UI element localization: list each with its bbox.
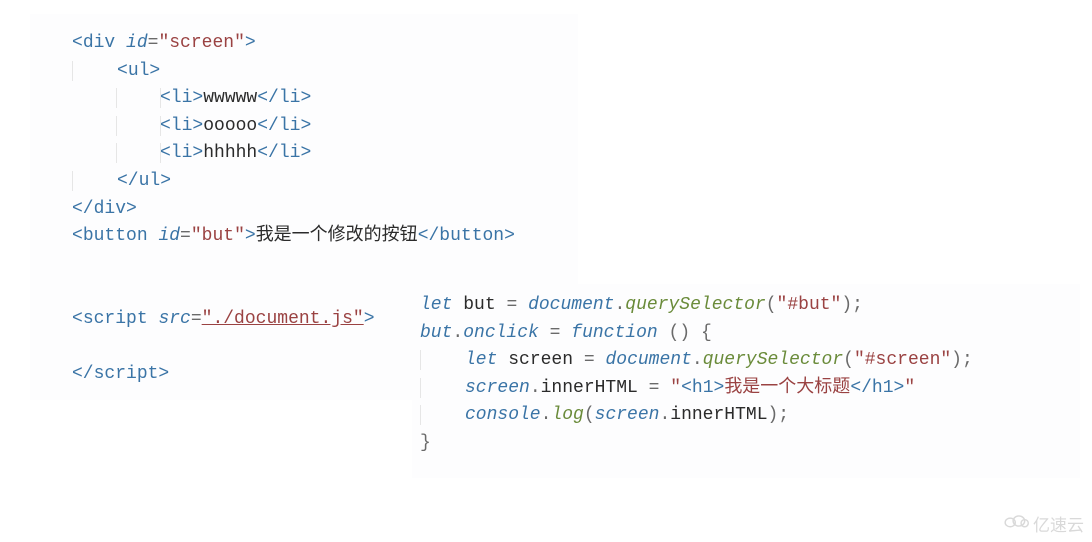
code-pre: let but = document.querySelector("#but")… — [420, 292, 1080, 458]
code-line — [72, 281, 83, 301]
code-line: </ul> — [72, 171, 171, 191]
js-code-block: let but = document.querySelector("#but")… — [412, 284, 1080, 478]
code-line: </div> — [72, 199, 137, 219]
code-line: but.onclick = function () { — [420, 323, 712, 343]
code-line: <script src="./document.js"> — [72, 309, 375, 329]
watermark-text: 亿速云 — [1033, 511, 1084, 536]
code-line: let screen = document.querySelector("#sc… — [420, 350, 973, 370]
code-line: </script> — [72, 364, 169, 384]
code-line: <ul> — [72, 61, 160, 81]
cloud-icon — [1003, 512, 1029, 535]
code-line: <li>hhhhh</li> — [72, 143, 311, 163]
code-line: console.log(screen.innerHTML); — [420, 405, 789, 425]
code-line — [72, 337, 83, 357]
code-line: <li>wwwww</li> — [72, 88, 311, 108]
code-line: screen.innerHTML = "<h1>我是一个大标题</h1>" — [420, 378, 915, 398]
code-line: } — [420, 433, 431, 453]
code-line: <li>ooooo</li> — [72, 116, 311, 136]
watermark: 亿速云 — [1003, 511, 1084, 536]
code-line: let but = document.querySelector("#but")… — [420, 295, 863, 315]
code-line: <button id="but">我是一个修改的按钮</button> — [72, 226, 515, 246]
code-line: <div id="screen"> — [72, 33, 256, 53]
